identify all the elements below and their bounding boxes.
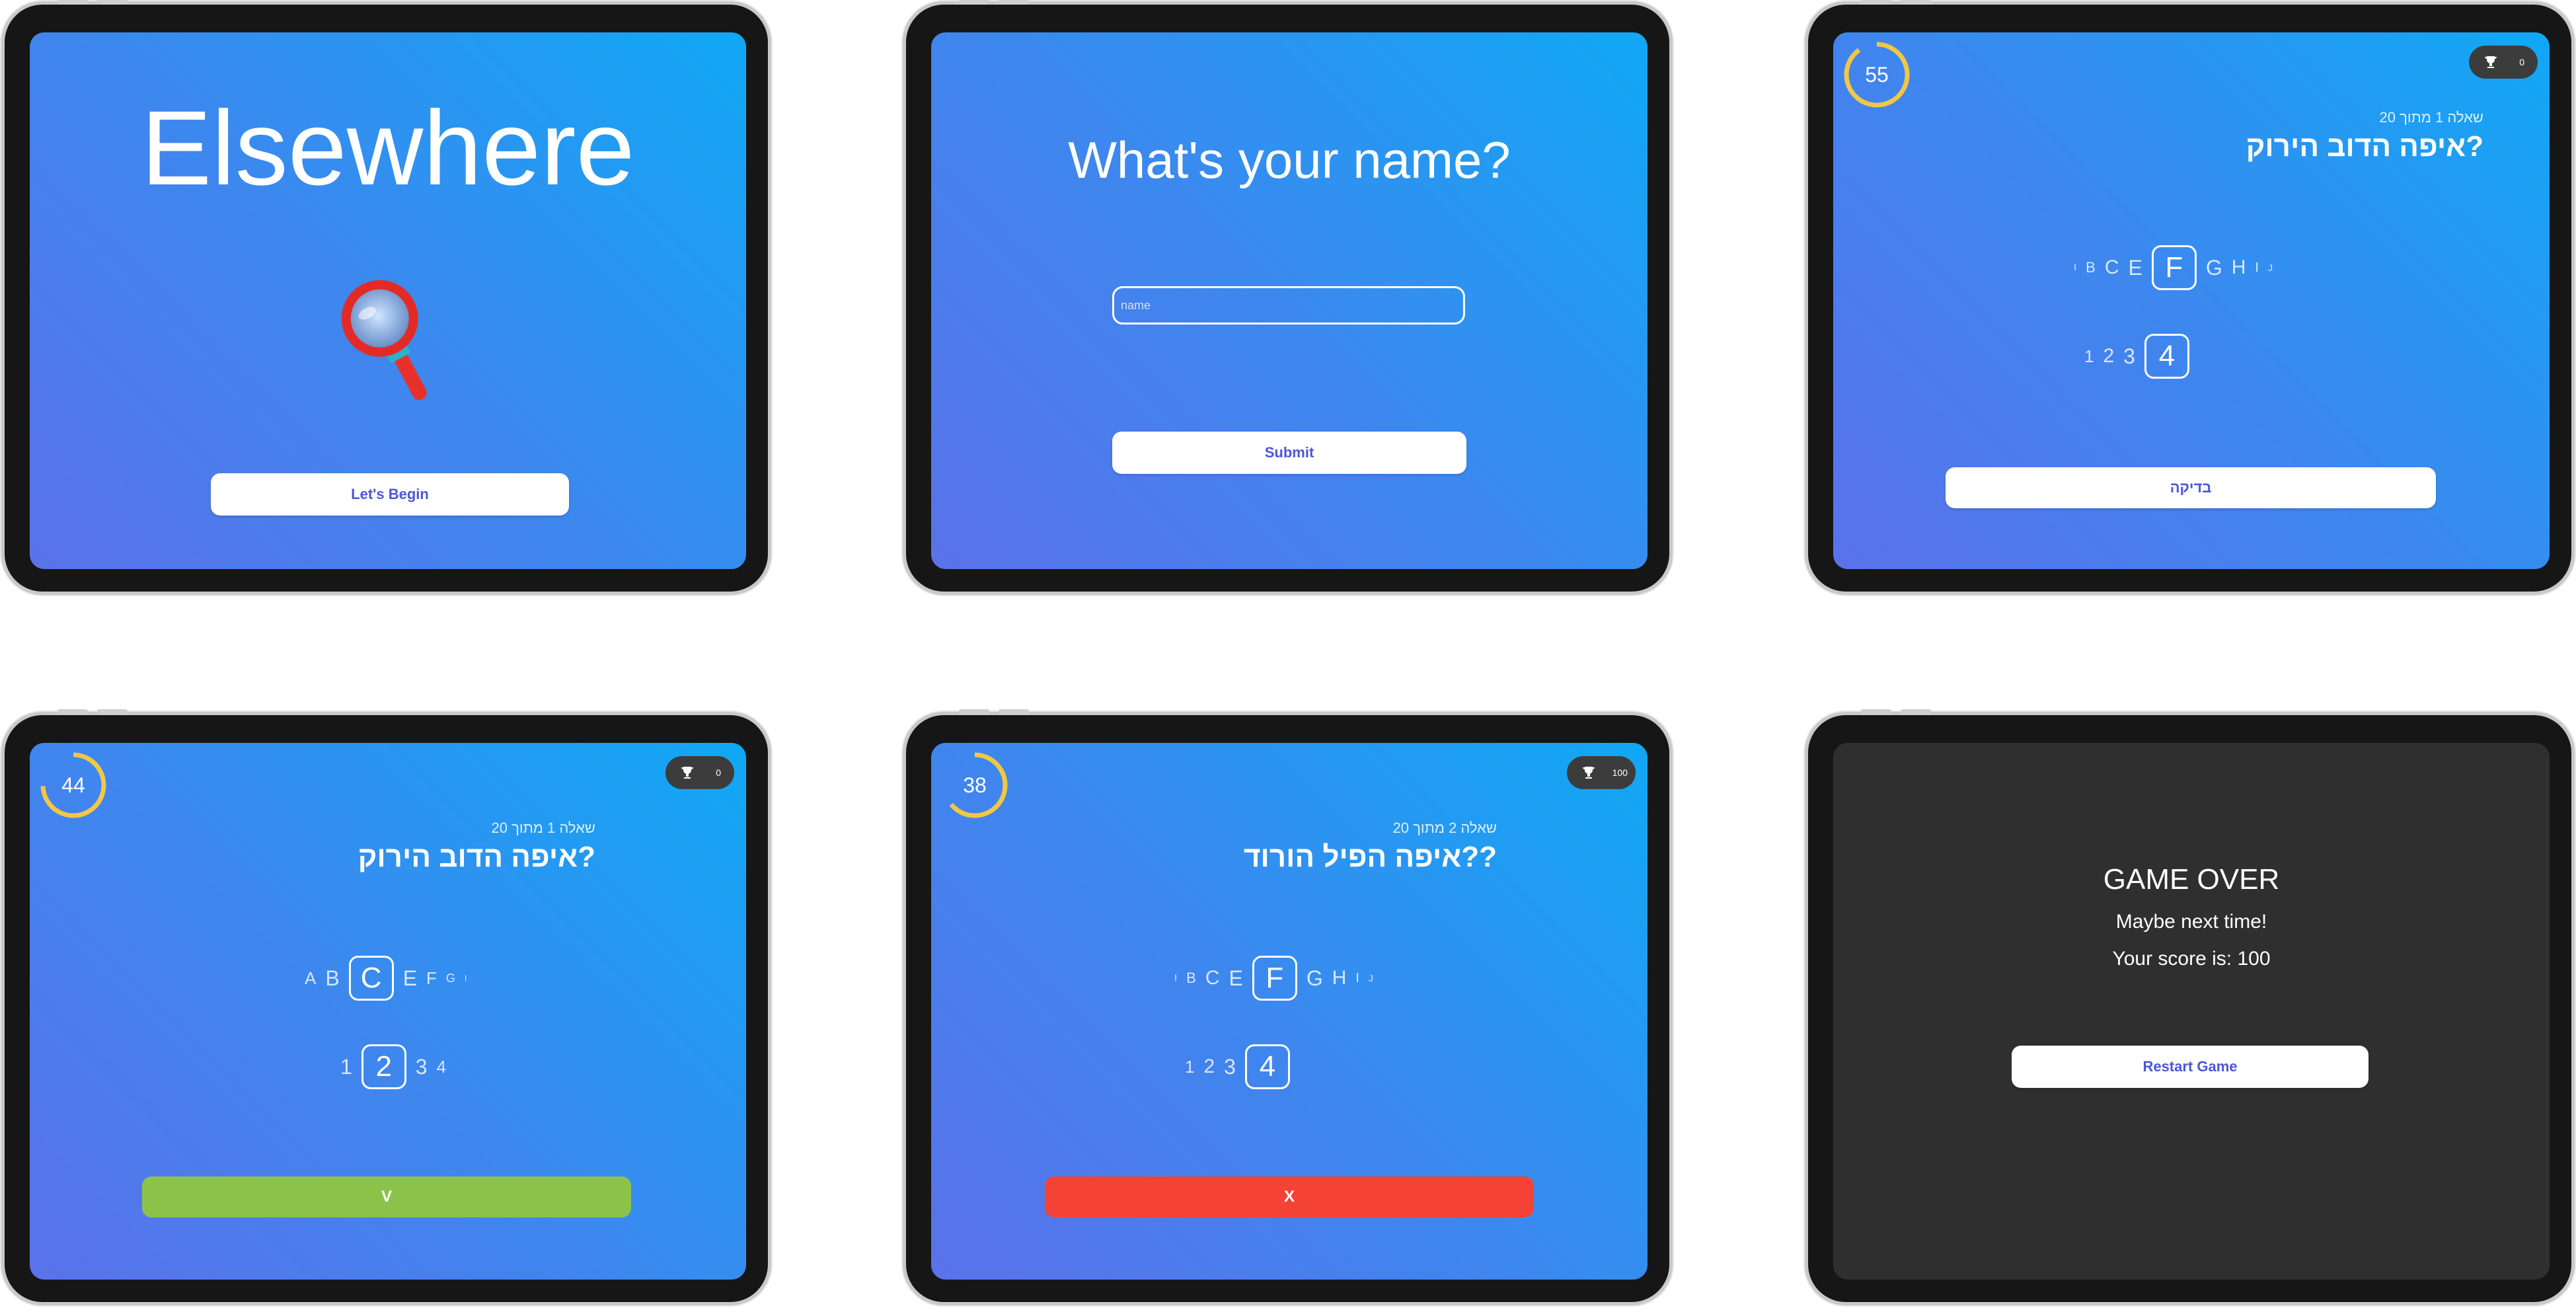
number-selected[interactable]: 2 [361, 1044, 406, 1089]
letter-picker[interactable]: ו B C E F G H I J [2074, 245, 2273, 290]
tablet-question-correct: 44 0 שאלה 1 מתוך 20 ?איפה הדוב הירוק A B… [1, 709, 771, 1305]
tablet-name: What's your name? Submit [903, 0, 1673, 595]
number-option[interactable]: 3 [2123, 344, 2135, 369]
hardware-button [1861, 709, 1891, 714]
app-title: Elsewhere [141, 89, 635, 207]
number-option[interactable]: 2 [2103, 345, 2114, 367]
number-option[interactable]: 1 [2084, 346, 2094, 367]
letter-selected[interactable]: C [348, 956, 394, 1001]
name-input[interactable] [1112, 286, 1465, 325]
letter-option[interactable]: H [1332, 967, 1347, 989]
letter-option[interactable]: F [426, 968, 437, 989]
letter-option[interactable]: G [446, 972, 455, 985]
check-button[interactable]: בדיקה [1946, 467, 2436, 508]
lets-begin-button[interactable]: Let's Begin [211, 473, 569, 516]
question-counter: שאלה 1 מתוך 20 [2379, 109, 2483, 126]
game-over-message: Maybe next time! [2115, 911, 2267, 933]
hardware-button [1901, 0, 1931, 4]
question-screen: 55 0 שאלה 1 מתוך 20 ?איפה הדוב הירוק ו B… [1833, 32, 2550, 569]
letter-selected[interactable]: F [2151, 245, 2197, 290]
number-selected[interactable]: 4 [2144, 334, 2189, 379]
letter-option[interactable]: E [403, 966, 417, 991]
letter-option[interactable]: ו [2074, 262, 2076, 274]
number-selected[interactable]: 4 [1244, 1044, 1290, 1089]
game-over-title: GAME OVER [2103, 863, 2280, 896]
tablet-question-wrong: 38 100 שאלה 2 מתוך 20 ??איפה הפיל הורוד … [903, 709, 1673, 1305]
final-score: Your score is: 100 [2112, 948, 2271, 970]
trophy-icon [2485, 56, 2497, 68]
score-value: 0 [2519, 57, 2524, 67]
hardware-button [959, 0, 989, 4]
number-option[interactable]: 1 [1185, 1057, 1194, 1077]
magnifying-glass-icon [341, 280, 427, 401]
question-text: ?איפה הדוב הירוק [2246, 130, 2483, 163]
trophy-icon [681, 767, 693, 779]
letter-option[interactable]: G [2206, 256, 2222, 280]
letter-option[interactable]: ו [1174, 972, 1177, 984]
question-screen: 38 100 שאלה 2 מתוך 20 ??איפה הפיל הורוד … [931, 743, 1648, 1280]
hardware-button [959, 709, 989, 714]
letter-picker[interactable]: A B C E F G I [305, 956, 467, 1001]
trophy-icon [1583, 767, 1595, 779]
letter-option[interactable]: A [305, 968, 316, 989]
letter-option[interactable]: G [1307, 966, 1323, 991]
hardware-button [1901, 709, 1931, 714]
number-option[interactable]: 3 [1224, 1055, 1236, 1079]
tablet-question-initial: 55 0 שאלה 1 מתוך 20 ?איפה הדוב הירוק ו B… [1805, 0, 2575, 595]
letter-option[interactable]: I [1355, 971, 1359, 986]
number-option[interactable]: 2 [1203, 1056, 1215, 1078]
timer-value: 44 [61, 773, 85, 797]
question-counter: שאלה 1 מתוך 20 [491, 820, 595, 836]
number-picker[interactable]: 1 2 3 4 [340, 1044, 446, 1089]
letter-option[interactable]: I [2255, 260, 2259, 276]
timer-value: 38 [963, 773, 987, 797]
hardware-button [97, 709, 128, 714]
number-option[interactable]: 3 [416, 1055, 428, 1079]
hardware-button [1861, 0, 1891, 4]
name-title: What's your name? [1068, 131, 1511, 189]
wrong-result-button[interactable]: X [1045, 1176, 1534, 1217]
hardware-button [999, 709, 1029, 714]
score-value: 100 [1612, 767, 1628, 778]
hardware-button [97, 0, 128, 4]
letter-picker[interactable]: ו B C E F G H I J [1174, 956, 1373, 1001]
question-text: ?איפה הדוב הירוק [358, 841, 595, 873]
score-badge: 0 [2469, 46, 2538, 79]
submit-button[interactable]: Submit [1112, 432, 1466, 474]
tablet-game-over: GAME OVER Maybe next time! Your score is… [1805, 709, 2575, 1305]
letter-option[interactable]: B [2086, 259, 2096, 276]
number-option[interactable]: 4 [437, 1057, 446, 1077]
question-counter: שאלה 2 מתוך 20 [1392, 820, 1497, 836]
restart-game-button[interactable]: Restart Game [2012, 1046, 2368, 1088]
hardware-button [57, 0, 88, 4]
game-over-screen: GAME OVER Maybe next time! Your score is… [1833, 743, 2550, 1280]
number-picker[interactable]: 1 2 3 4 [1185, 1044, 1290, 1089]
question-screen: 44 0 שאלה 1 מתוך 20 ?איפה הדוב הירוק A B… [30, 743, 746, 1280]
letter-option[interactable]: J [1369, 973, 1373, 983]
number-option[interactable]: 1 [340, 1055, 352, 1079]
hardware-button [999, 0, 1029, 4]
letter-option[interactable]: C [1205, 967, 1220, 989]
letter-option[interactable]: E [1229, 966, 1243, 991]
tablet-splash: Elsewhere Let's Begin [1, 0, 771, 595]
score-badge: 100 [1567, 756, 1636, 789]
letter-option[interactable]: H [2232, 256, 2246, 279]
name-screen: What's your name? Submit [931, 32, 1648, 569]
letter-option[interactable]: J [2268, 262, 2273, 273]
letter-option[interactable]: E [2129, 256, 2142, 280]
timer-value: 55 [1865, 63, 1889, 87]
splash-screen: Elsewhere Let's Begin [30, 32, 746, 569]
letter-option[interactable]: B [1186, 970, 1196, 987]
hardware-button [57, 709, 88, 714]
score-value: 0 [716, 767, 721, 778]
score-badge: 0 [665, 756, 734, 789]
question-text: ??איפה הפיל הורוד [1243, 841, 1497, 873]
letter-option[interactable]: I [465, 974, 467, 983]
letter-option[interactable]: C [2105, 256, 2119, 279]
number-picker[interactable]: 1 2 3 4 [2084, 334, 2189, 379]
letter-option[interactable]: B [325, 966, 339, 991]
correct-result-button[interactable]: V [142, 1176, 631, 1217]
letter-selected[interactable]: F [1252, 956, 1297, 1001]
